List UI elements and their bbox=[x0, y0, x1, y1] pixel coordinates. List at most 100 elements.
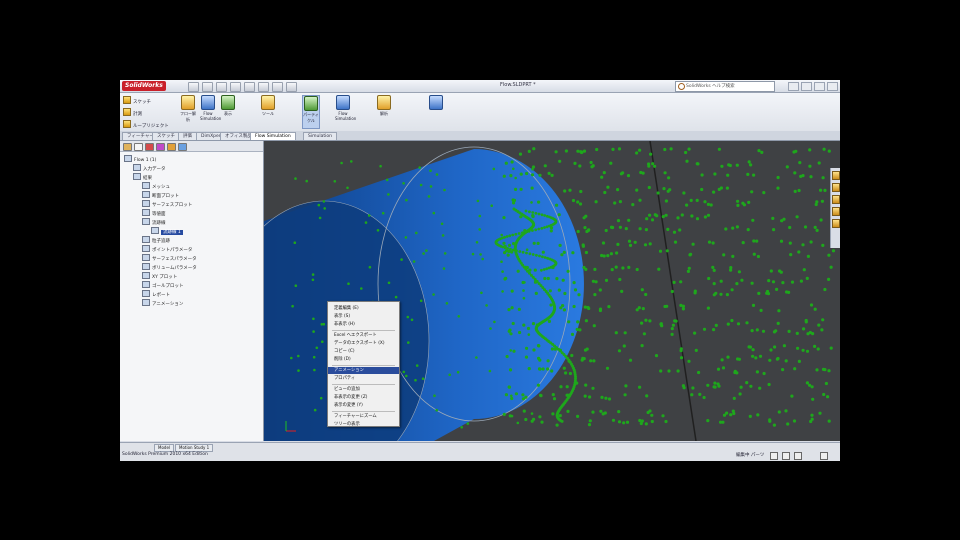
cmd-display[interactable]: 表示 bbox=[220, 95, 236, 117]
library-icon[interactable] bbox=[831, 183, 840, 192]
particle bbox=[557, 213, 561, 217]
cmd-flow-analysis[interactable]: フロー解析 bbox=[180, 95, 196, 123]
graphics-viewport[interactable]: 定義編集 (E) 表示 (S) 非表示 (H) Excel へエクスポート データのエク… bbox=[264, 141, 840, 441]
context-menu-item[interactable]: フィーチャーにズーム bbox=[328, 413, 399, 420]
feature-tree-icon[interactable] bbox=[123, 143, 132, 151]
tree-item-label: サーフェスプロット bbox=[152, 203, 193, 208]
cmd-particle[interactable]: パーティクル bbox=[302, 95, 320, 129]
maximize-button[interactable] bbox=[814, 82, 825, 91]
select-icon[interactable] bbox=[258, 82, 269, 92]
config-icon[interactable] bbox=[145, 143, 154, 151]
context-menu-item[interactable]: データのエクスポート (X) bbox=[328, 340, 399, 347]
tree-item[interactable]: メッシュ bbox=[142, 182, 170, 190]
tab-evaluate[interactable]: 評価 bbox=[178, 132, 197, 140]
tree-item[interactable]: 粒子追跡 bbox=[142, 236, 170, 244]
cmd-loop[interactable]: ループリジェクト bbox=[123, 120, 169, 129]
context-menu-item[interactable]: コピー (C) bbox=[328, 348, 399, 355]
tree-item[interactable]: 入力データ bbox=[133, 164, 166, 172]
context-menu-item[interactable]: 非表示の変更 (Z) bbox=[328, 394, 399, 401]
cmd-tools[interactable]: ツール bbox=[260, 95, 276, 117]
rebuild-icon[interactable] bbox=[272, 82, 283, 92]
tree-item[interactable]: 流跡線 bbox=[142, 218, 166, 226]
print-icon[interactable] bbox=[230, 82, 241, 92]
particle bbox=[638, 198, 642, 202]
appearance-icon[interactable] bbox=[831, 219, 840, 228]
tree-item[interactable]: アニメーション bbox=[142, 299, 183, 307]
display-manager-icon[interactable] bbox=[167, 143, 176, 151]
context-menu-item[interactable]: 表示 (S) bbox=[328, 313, 399, 320]
tree-item[interactable]: ボリュームパラメータ bbox=[142, 263, 197, 271]
save-icon[interactable] bbox=[216, 82, 227, 92]
tab-simulation[interactable]: Simulation bbox=[303, 132, 337, 140]
particle bbox=[823, 188, 827, 192]
context-menu-item[interactable]: 削除 (D) bbox=[328, 356, 399, 363]
particle bbox=[502, 216, 506, 220]
context-menu-item[interactable]: プロパティ bbox=[328, 375, 399, 382]
cmd-sketch[interactable]: スケッチ bbox=[123, 96, 151, 105]
tree-item[interactable]: レポート bbox=[142, 290, 170, 298]
help-search-input[interactable]: SolidWorks ヘルプ検索 bbox=[675, 81, 775, 92]
tree-node-icon bbox=[142, 236, 150, 243]
tab-flow-simulation[interactable]: Flow Simulation bbox=[250, 132, 296, 140]
tree-item[interactable]: 結果 bbox=[133, 173, 152, 181]
tree-item[interactable]: Flow 1 (1) bbox=[124, 155, 156, 163]
tab-motion-study[interactable]: Motion Study 1 bbox=[175, 444, 214, 452]
context-menu-item[interactable]: アニメーション bbox=[328, 367, 399, 374]
tree-item[interactable]: ポイントパラメータ bbox=[142, 245, 192, 253]
context-menu-item[interactable]: 定義編集 (E) bbox=[328, 305, 399, 312]
particle bbox=[821, 367, 826, 371]
app-logo[interactable]: SolidWorks bbox=[122, 81, 166, 91]
context-menu-item[interactable]: Excel へエクスポート bbox=[328, 332, 399, 339]
particle bbox=[614, 331, 618, 335]
flow-tree-icon[interactable] bbox=[178, 143, 187, 151]
cmd-flow-sim[interactable]: Flow Simulation bbox=[200, 95, 221, 121]
context-menu-item[interactable]: ビューの追加 bbox=[328, 386, 399, 393]
menu-separator bbox=[332, 365, 395, 366]
particle bbox=[457, 315, 461, 318]
particle bbox=[518, 250, 522, 253]
particle bbox=[747, 200, 751, 204]
tree-item[interactable]: サーフェスプロット bbox=[142, 200, 192, 208]
particle bbox=[638, 227, 642, 231]
particle bbox=[741, 201, 745, 205]
open-icon[interactable] bbox=[202, 82, 213, 92]
close-button[interactable] bbox=[827, 82, 838, 91]
undo-icon[interactable] bbox=[244, 82, 255, 92]
help-status-icon[interactable] bbox=[794, 452, 802, 460]
particle bbox=[809, 240, 813, 244]
options-icon[interactable] bbox=[286, 82, 297, 92]
property-icon[interactable] bbox=[134, 143, 143, 151]
rebuild-status-icon[interactable] bbox=[770, 452, 778, 460]
particle bbox=[641, 171, 645, 175]
particle bbox=[609, 252, 613, 256]
tree-item[interactable]: サーフェスパラメータ bbox=[142, 254, 197, 262]
dimxpert-icon[interactable] bbox=[156, 143, 165, 151]
context-menu-item[interactable]: 表示の変更 (Y) bbox=[328, 402, 399, 409]
cmd-flow-sim-2[interactable]: Flow Simulation bbox=[335, 95, 356, 121]
tree-item[interactable]: 断面プロット bbox=[142, 191, 179, 199]
quick-tips-icon[interactable] bbox=[820, 452, 828, 460]
minimize-button[interactable] bbox=[801, 82, 812, 91]
tree-item[interactable]: ゴールプロット bbox=[142, 281, 184, 289]
tab-model[interactable]: Model bbox=[154, 444, 175, 452]
particle bbox=[319, 396, 323, 400]
help-icon[interactable] bbox=[788, 82, 799, 91]
particle bbox=[535, 253, 538, 257]
cmd-extra[interactable] bbox=[428, 95, 444, 111]
resources-icon[interactable] bbox=[831, 171, 840, 180]
context-menu-item[interactable]: ツリーの表示 bbox=[328, 421, 399, 428]
particle bbox=[537, 227, 541, 231]
view-palette-icon[interactable] bbox=[831, 207, 840, 216]
context-menu-item[interactable]: 非表示 (H) bbox=[328, 321, 399, 328]
units-icon[interactable] bbox=[782, 452, 790, 460]
new-icon[interactable] bbox=[188, 82, 199, 92]
tab-sketch[interactable]: スケッチ bbox=[152, 132, 180, 140]
tree-item[interactable]: 流跡線 1 bbox=[151, 227, 183, 235]
explorer-icon[interactable] bbox=[831, 195, 840, 204]
tree-item[interactable]: 等値面 bbox=[142, 209, 166, 217]
tree-item[interactable]: XY プロット bbox=[142, 272, 177, 280]
cmd-analysis[interactable]: 解析 bbox=[376, 95, 392, 117]
particle bbox=[505, 354, 509, 359]
particle bbox=[706, 202, 710, 206]
cmd-measure[interactable]: 計測 bbox=[123, 108, 142, 117]
